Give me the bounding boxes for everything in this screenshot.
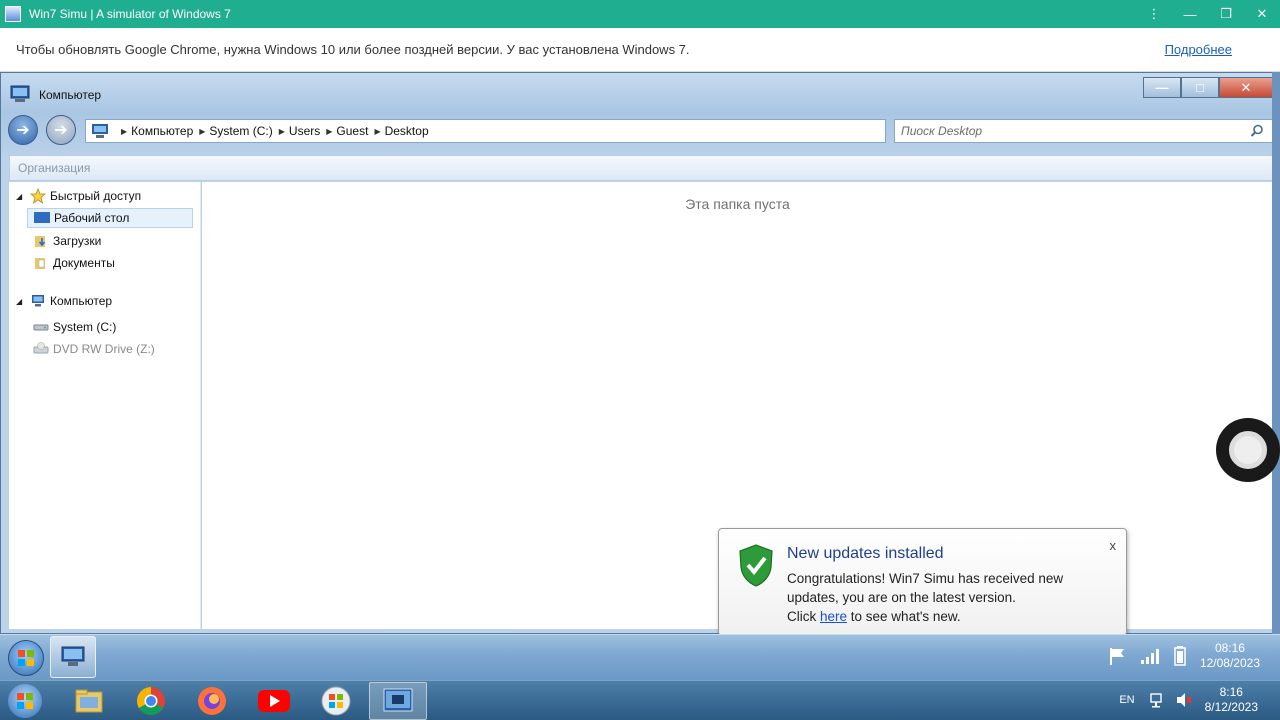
app-titlebar: Win7 Simu | A simulator of Windows 7 ⋮ —… xyxy=(0,0,1280,28)
minimize-button[interactable]: — xyxy=(1172,0,1208,28)
expand-arrow-icon[interactable]: ◢ xyxy=(16,297,26,306)
folder-icon xyxy=(75,689,103,713)
window-maximize-button[interactable]: □ xyxy=(1181,77,1219,98)
notification-body: Congratulations! Win7 Simu has received … xyxy=(787,571,1064,624)
search-placeholder: Пиоск Desktop xyxy=(901,124,983,138)
app-icon xyxy=(5,6,21,22)
update-infobar: Чтобы обновлять Google Chrome, нужна Win… xyxy=(0,28,1280,72)
kebab-menu-icon[interactable]: ⋮ xyxy=(1136,0,1172,28)
window-title: Компьютер xyxy=(39,88,102,102)
simulator-desktop: Компьютер — □ ✕ ➔︎ ➔ ▶ Компьютер ▶ System … xyxy=(0,72,1280,720)
win7-clock[interactable]: 08:16 12/08/2023 xyxy=(1200,641,1260,671)
nav-downloads[interactable]: Загрузки xyxy=(9,231,199,251)
battery-icon[interactable] xyxy=(1174,646,1186,666)
app-title: Win7 Simu | A simulator of Windows 7 xyxy=(29,7,231,21)
expand-arrow-icon[interactable]: ◢ xyxy=(16,192,26,201)
win7-taskbar: 08:16 12/08/2023 xyxy=(0,634,1280,680)
computer-icon xyxy=(92,124,108,138)
breadcrumb-desktop[interactable]: ▶ Desktop xyxy=(368,124,428,138)
host-clock[interactable]: 8:16 8/12/2023 xyxy=(1205,685,1258,715)
window-close-button[interactable]: ✕ xyxy=(1219,77,1273,98)
volume-muted-icon[interactable] xyxy=(1175,691,1193,709)
win7simu-app-icon xyxy=(383,688,413,712)
drive-icon xyxy=(33,319,49,335)
navigation-pane: ◢ Быстрый доступ Рабочий стол Загрузки Д… xyxy=(9,182,201,629)
floating-action-button[interactable] xyxy=(1216,418,1280,482)
documents-folder-icon xyxy=(33,255,49,271)
host-firefox-button[interactable] xyxy=(183,682,241,720)
host-win7simu-button[interactable] xyxy=(369,682,427,720)
firefox-icon xyxy=(198,687,226,715)
youtube-icon xyxy=(258,690,290,712)
back-button[interactable]: ➔︎ xyxy=(8,115,38,145)
language-indicator[interactable]: EN xyxy=(1119,694,1134,706)
command-bar: Организация xyxy=(9,155,1273,181)
host-explorer-button[interactable] xyxy=(60,682,118,720)
nav-system-c[interactable]: System (C:) xyxy=(9,317,199,337)
window-minimize-button[interactable]: — xyxy=(1143,77,1181,98)
windows-ball-icon xyxy=(321,686,351,716)
restore-button[interactable]: ❐ xyxy=(1208,0,1244,28)
address-bar[interactable]: ▶ Компьютер ▶ System (C:) ▶ Users ▶ Guest ▶ D… xyxy=(85,119,886,143)
infobar-more-link[interactable]: Подробнее xyxy=(1165,42,1232,57)
dvd-drive-icon xyxy=(33,341,49,357)
nav-dvd-drive[interactable]: DVD RW Drive (Z:) xyxy=(9,339,199,359)
computer-icon xyxy=(10,85,30,102)
host-system-tray: EN 8:16 8/12/2023 xyxy=(1119,685,1258,715)
right-edge-scrollbar[interactable] xyxy=(1272,72,1280,634)
nav-desktop[interactable]: Рабочий стол xyxy=(27,208,193,228)
computer-icon xyxy=(30,293,46,309)
search-icon[interactable] xyxy=(1250,124,1264,138)
host-start-button[interactable] xyxy=(8,684,42,718)
windows-logo-icon xyxy=(18,650,34,666)
host-win7-app-button[interactable] xyxy=(307,682,365,720)
organize-menu[interactable]: Организация xyxy=(18,161,90,175)
nav-computer[interactable]: ◢ Компьютер xyxy=(9,291,199,311)
host-taskbar: EN 8:16 8/12/2023 xyxy=(0,680,1280,720)
notification-here-link[interactable]: here xyxy=(820,609,847,624)
circle-icon xyxy=(1229,431,1267,469)
nav-quick-access[interactable]: ◢ Быстрый доступ xyxy=(9,186,199,206)
action-center-flag-icon[interactable] xyxy=(1108,646,1128,666)
empty-folder-message: Эта папка пуста xyxy=(685,196,790,212)
breadcrumb-users[interactable]: ▶ Users xyxy=(273,124,321,138)
search-input[interactable]: Пиоск Desktop xyxy=(894,119,1273,143)
notification-close-button[interactable]: x xyxy=(1110,538,1117,553)
windows-logo-icon xyxy=(17,693,33,709)
network-icon[interactable] xyxy=(1149,691,1167,709)
taskbar-explorer-button[interactable] xyxy=(50,636,96,678)
nav-documents[interactable]: Документы xyxy=(9,253,199,273)
host-youtube-button[interactable] xyxy=(245,682,303,720)
desktop-icon xyxy=(34,210,50,226)
breadcrumb-computer[interactable]: ▶ Компьютер xyxy=(115,124,193,138)
breadcrumb-guest[interactable]: ▶ Guest xyxy=(320,124,368,138)
close-button[interactable]: ✕ xyxy=(1244,0,1280,28)
forward-button[interactable]: ➔ xyxy=(46,115,76,145)
breadcrumb-system-c[interactable]: ▶ System (C:) xyxy=(193,124,273,138)
shield-check-icon xyxy=(739,544,773,587)
downloads-folder-icon xyxy=(33,233,49,249)
host-chrome-button[interactable] xyxy=(122,682,180,720)
win7-system-tray: 08:16 12/08/2023 xyxy=(1096,641,1260,671)
signal-bars-icon[interactable] xyxy=(1140,647,1162,665)
notification-title: New updates installed xyxy=(787,545,944,562)
win7-start-button[interactable] xyxy=(8,640,44,676)
infobar-message: Чтобы обновлять Google Chrome, нужна Win… xyxy=(16,42,690,57)
update-notification: New updates installed Congratulations! W… xyxy=(718,528,1127,636)
chrome-icon xyxy=(137,687,165,715)
star-icon xyxy=(30,188,46,204)
computer-icon xyxy=(61,646,85,666)
